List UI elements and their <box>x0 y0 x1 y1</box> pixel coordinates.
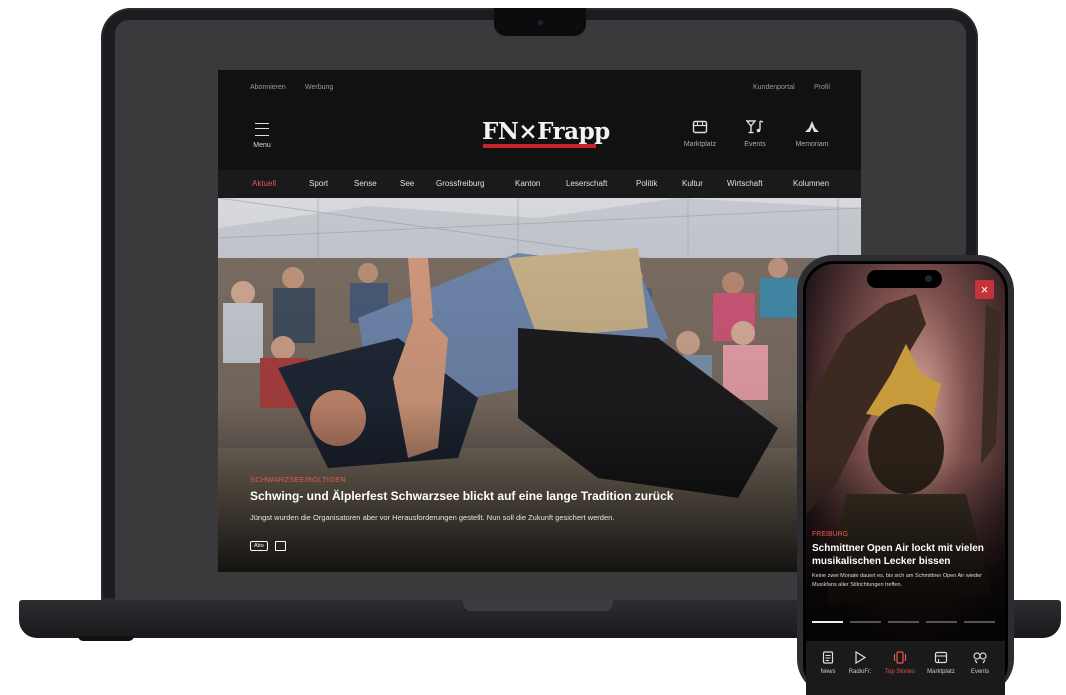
utility-label: Memoriam <box>795 141 829 148</box>
progress-segment <box>926 621 957 623</box>
utility-marktplatz[interactable]: Marktplatz <box>670 120 730 148</box>
top-link-profil[interactable]: Profil <box>814 84 830 91</box>
utility-events[interactable]: Events <box>725 120 785 148</box>
story-photo <box>806 264 1005 695</box>
hamburger-icon <box>255 123 269 136</box>
laptop-foot <box>78 636 134 641</box>
play-icon <box>841 650 879 665</box>
top-link-kundenportal[interactable]: Kundenportal <box>753 84 795 91</box>
utility-label: Marktplatz <box>683 141 717 148</box>
praying-hands-icon <box>782 120 842 136</box>
storefront-icon <box>922 651 960 665</box>
site-header: Abonnieren Werbung Kundenportal Profil M… <box>218 70 861 170</box>
tab-top-stories[interactable]: Top Stories <box>881 651 919 675</box>
main-navigation: Aktuell Sport Sense See Grossfreiburg Ka… <box>218 170 861 198</box>
site-logo[interactable]: FN×Frapp <box>482 118 610 145</box>
storefront-icon <box>670 120 730 136</box>
camera-icon <box>538 20 543 25</box>
story-progress <box>812 621 995 623</box>
progress-segment <box>850 621 881 623</box>
top-link-abonnieren[interactable]: Abonnieren <box>250 84 286 91</box>
cocktail-music-icon <box>725 120 785 136</box>
tab-marktplatz[interactable]: Marktplatz <box>922 651 960 675</box>
tab-label: RadioFr. <box>848 669 872 675</box>
nav-item-grossfreiburg[interactable]: Grossfreiburg <box>436 179 484 188</box>
menu-button[interactable]: Menu <box>248 123 276 149</box>
story-lead: Keine zwei Monate dauert es, bis sich am… <box>812 573 982 588</box>
progress-segment <box>964 621 995 623</box>
top-link-werbung[interactable]: Werbung <box>305 84 333 91</box>
nav-item-wirtschaft[interactable]: Wirtschaft <box>727 179 763 188</box>
progress-segment <box>812 621 843 623</box>
tab-events[interactable]: Events <box>961 651 999 675</box>
close-icon[interactable]: × <box>975 280 994 299</box>
story-headline[interactable]: Schmittner Open Air lockt mit vielen mus… <box>812 543 998 568</box>
nav-item-kolumnen[interactable]: Kolumnen <box>793 179 829 188</box>
tab-label: Marktplatz <box>927 669 955 675</box>
nav-item-politik[interactable]: Politik <box>636 179 657 188</box>
nav-item-leserschaft[interactable]: Leserschaft <box>566 179 607 188</box>
hero-article[interactable]: Schwarzsee/Boltigen Schwing- und Älplerf… <box>218 198 861 572</box>
article-headline[interactable]: Schwing- und Älplerfest Schwarzsee blick… <box>250 489 673 503</box>
abo-badge: Abo <box>250 541 268 551</box>
menu-label: Menu <box>253 142 271 149</box>
gallery-icon <box>275 541 286 551</box>
nav-item-kultur[interactable]: Kultur <box>682 179 703 188</box>
stories-icon <box>881 651 919 665</box>
progress-segment <box>888 621 919 623</box>
nav-item-sense[interactable]: Sense <box>354 179 377 188</box>
article-lead: Jüngst wurden die Organisatoren aber vor… <box>250 513 615 522</box>
phone-screen <box>806 264 1005 695</box>
app-tab-bar: News RadioFr. Top Stories Marktplatz Eve… <box>806 641 1005 695</box>
utility-memoriam[interactable]: Memoriam <box>782 120 842 148</box>
story-kicker: Freiburg <box>812 531 849 538</box>
tab-radiofr[interactable]: RadioFr. <box>841 650 879 675</box>
cocktail-music-icon <box>961 651 999 665</box>
laptop-notch <box>494 8 586 36</box>
tab-label: Events <box>970 669 990 675</box>
tab-label: Top Stories <box>884 669 915 675</box>
dynamic-island <box>867 270 942 288</box>
website: Abonnieren Werbung Kundenportal Profil M… <box>218 70 861 572</box>
nav-item-see[interactable]: See <box>400 179 414 188</box>
trackpad-notch <box>463 600 613 611</box>
nav-item-kanton[interactable]: Kanton <box>515 179 540 188</box>
front-camera-icon <box>925 275 932 282</box>
article-kicker: Schwarzsee/Boltigen <box>250 475 346 484</box>
utility-label: Events <box>744 141 766 148</box>
nav-item-aktuell[interactable]: Aktuell <box>252 179 276 188</box>
nav-item-sport[interactable]: Sport <box>309 179 328 188</box>
logo-underline <box>483 144 596 148</box>
